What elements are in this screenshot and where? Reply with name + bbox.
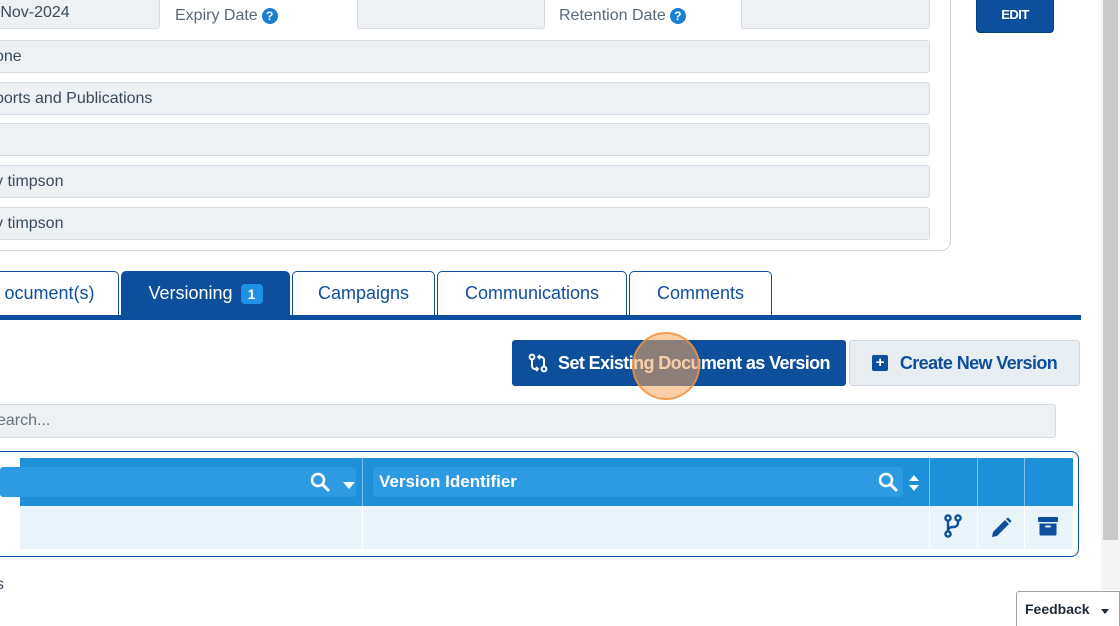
expiry-date-field[interactable] — [357, 0, 545, 29]
detail-field-4[interactable]: y timpson — [0, 165, 930, 198]
edit-button-label: EDIT — [1001, 7, 1029, 22]
git-compare-icon — [528, 353, 548, 373]
table-footer-text: s — [0, 576, 4, 593]
pencil-icon[interactable] — [986, 513, 1016, 543]
search-input[interactable] — [0, 404, 1056, 438]
tab-documents[interactable]: ocument(s) — [0, 271, 119, 315]
detail-field-1[interactable]: one — [0, 40, 930, 73]
detail-field-5[interactable]: y timpson — [0, 207, 930, 240]
edit-button[interactable]: EDIT — [976, 0, 1054, 33]
expiry-date-label: Expiry Date ? — [175, 6, 278, 26]
column-divider — [1024, 506, 1025, 549]
table-header: Version Identifier — [0, 458, 1073, 506]
page-scrollbar-thumb[interactable] — [1103, 0, 1118, 540]
branch-icon[interactable] — [938, 511, 968, 541]
tab-versioning-label: Versioning — [148, 283, 233, 303]
tab-campaigns-label: Campaigns — [317, 283, 410, 303]
feedback-button[interactable]: Feedback — [1016, 591, 1120, 626]
column-divider — [1024, 458, 1025, 506]
feedback-label: Feedback — [1025, 601, 1090, 617]
tab-comments-label: Comments — [656, 283, 745, 303]
tab-documents-label: ocument(s) — [4, 283, 95, 303]
tab-underline — [0, 315, 1081, 320]
search-icon[interactable] — [878, 472, 898, 492]
help-icon[interactable]: ? — [669, 8, 686, 24]
column-divider — [362, 506, 363, 549]
expiry-date-label-text: Expiry Date — [175, 7, 258, 24]
date-field-value: -Nov-2024 — [0, 4, 70, 21]
detail-field-1-value: one — [0, 48, 22, 65]
detail-field-5-value: y timpson — [0, 215, 64, 232]
column-divider — [929, 506, 930, 549]
plus-square-icon: + — [871, 355, 888, 371]
versioning-count-badge: 1 — [240, 283, 263, 304]
click-indicator — [632, 332, 700, 400]
tab-communications-label: Communications — [464, 283, 600, 303]
table-row[interactable] — [20, 506, 1073, 549]
create-new-version-label: Create New Version — [899, 352, 1058, 373]
column-divider — [977, 458, 978, 506]
search-icon[interactable] — [310, 472, 330, 492]
detail-field-4-value: y timpson — [0, 173, 64, 190]
chevron-down-icon — [1100, 608, 1110, 616]
retention-date-field[interactable] — [741, 0, 930, 29]
tab-communications[interactable]: Communications — [437, 271, 627, 315]
version-identifier-header-label: Version Identifier — [379, 472, 517, 491]
column-header-1[interactable] — [0, 467, 356, 497]
tab-versioning[interactable]: Versioning 1 — [121, 271, 290, 315]
date-field[interactable]: -Nov-2024 — [0, 0, 160, 29]
retention-date-label: Retention Date ? — [559, 6, 686, 26]
detail-field-2-value: ports and Publications — [0, 90, 153, 107]
column-divider — [929, 458, 930, 506]
help-icon[interactable]: ? — [261, 8, 278, 24]
retention-date-label-text: Retention Date — [559, 7, 666, 24]
sort-icon[interactable] — [908, 473, 920, 493]
create-new-version-button[interactable]: + Create New Version — [849, 340, 1080, 386]
column-divider — [977, 506, 978, 549]
archive-icon[interactable] — [1033, 511, 1063, 541]
column-header-version-identifier[interactable]: Version Identifier — [373, 467, 903, 497]
tab-campaigns[interactable]: Campaigns — [292, 271, 435, 315]
tab-comments[interactable]: Comments — [629, 271, 772, 315]
detail-field-3[interactable] — [0, 123, 930, 156]
sort-desc-icon[interactable] — [342, 478, 356, 492]
detail-field-2[interactable]: ports and Publications — [0, 82, 930, 115]
column-divider — [362, 458, 363, 506]
